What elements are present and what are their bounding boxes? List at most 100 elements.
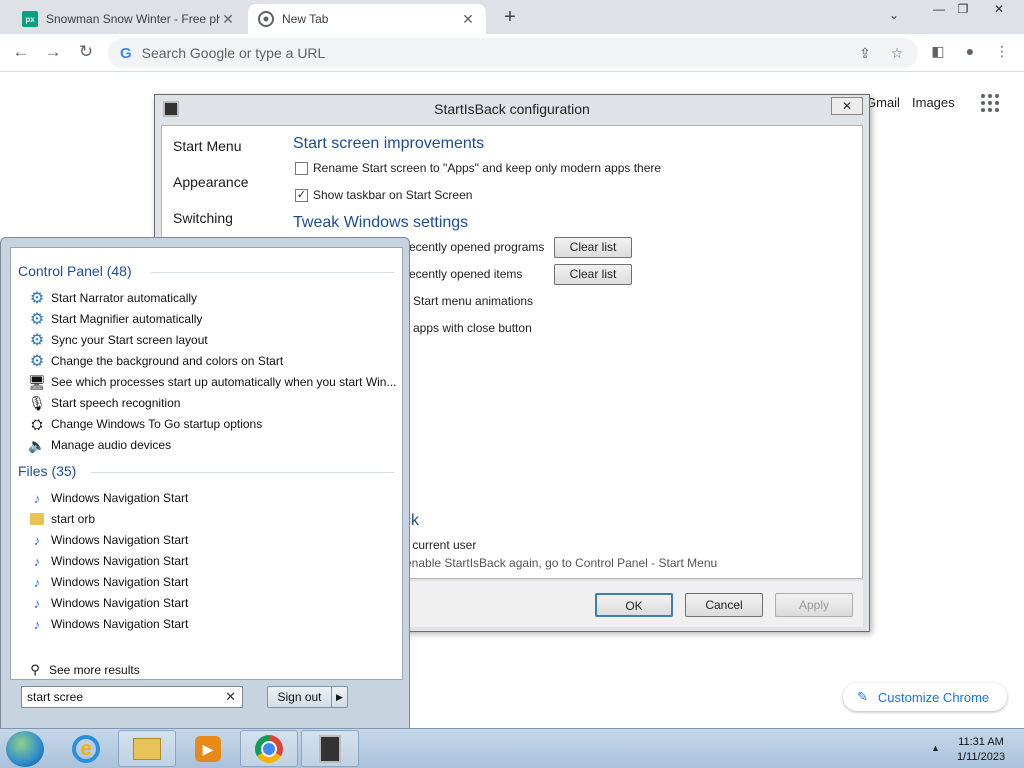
clock-time: 11:31 AM: [958, 736, 1004, 748]
taskbar-internet-explorer[interactable]: e: [57, 730, 115, 767]
apply-button[interactable]: Apply: [775, 593, 853, 617]
taskbar-chrome[interactable]: [240, 730, 298, 767]
audio-file-icon: ♪: [33, 490, 41, 506]
sign-out-arrow-icon[interactable]: ▶: [331, 687, 347, 707]
show-hidden-icons-icon[interactable]: ▲: [931, 743, 940, 753]
sidebar-item-appearance[interactable]: Appearance: [173, 174, 249, 190]
close-window-icon[interactable]: ✕: [984, 0, 1014, 20]
reload-icon[interactable]: ↻: [75, 42, 97, 64]
drive-icon: ⛭: [31, 415, 43, 432]
images-link[interactable]: Images: [912, 95, 955, 110]
dialog-close-button[interactable]: ✕: [831, 97, 863, 115]
close-tab-icon[interactable]: ✕: [460, 11, 476, 28]
sign-out-button[interactable]: Sign out ▶: [267, 686, 348, 708]
list-item-label: Windows Navigation Start: [51, 533, 189, 547]
taskbar-file-explorer[interactable]: [118, 730, 176, 767]
list-item[interactable]: 🎙 Start speech recognition: [28, 393, 180, 413]
control-panel-header[interactable]: Control Panel (48): [18, 263, 132, 279]
list-item-label: Start Narrator automatically: [51, 291, 198, 305]
option-label: Show taskbar on Start Screen: [313, 188, 473, 202]
option-recent-programs[interactable]: ecently opened programs: [409, 240, 544, 254]
clear-search-icon[interactable]: ✕: [225, 687, 236, 707]
list-item[interactable]: ♪ Windows Navigation Start: [29, 530, 189, 550]
ok-button[interactable]: OK: [595, 593, 673, 617]
tab-title: Snowman Snow Winter - Free ph: [46, 12, 220, 26]
option-rename-start[interactable]: Rename Start screen to "Apps" and keep o…: [295, 161, 661, 175]
list-item[interactable]: ⚙ Change the background and colors on St…: [29, 351, 283, 371]
tab-strip: px Snowman Snow Winter - Free ph ✕ New T…: [0, 0, 1024, 34]
clear-recent-items-button[interactable]: Clear list: [554, 264, 632, 285]
gmail-link[interactable]: Gmail: [866, 95, 900, 110]
pixabay-favicon-icon: px: [22, 11, 38, 27]
profile-avatar-icon[interactable]: ●: [960, 43, 980, 63]
pencil-icon: ✎: [857, 689, 868, 704]
list-item-label: Change the background and colors on Star…: [51, 354, 284, 368]
list-item[interactable]: ♪ Windows Navigation Start: [29, 593, 189, 613]
option-animations[interactable]: Start menu animations: [413, 294, 533, 308]
sidebar-item-switching[interactable]: Switching: [173, 210, 233, 226]
audio-file-icon: ♪: [33, 553, 41, 569]
customize-chrome-button[interactable]: ✎ Customize Chrome: [843, 683, 1007, 711]
search-icon: ⚲: [30, 662, 40, 677]
list-item[interactable]: start orb: [29, 509, 95, 529]
option-show-taskbar[interactable]: ✓ Show taskbar on Start Screen: [295, 188, 472, 202]
google-apps-icon[interactable]: [981, 94, 999, 112]
forward-arrow-icon[interactable]: →: [42, 42, 64, 64]
speaker-icon: 🔈: [28, 436, 46, 453]
new-tab-button[interactable]: +: [498, 6, 522, 30]
files-header[interactable]: Files (35): [18, 463, 76, 479]
bookmark-star-icon[interactable]: ☆: [886, 45, 908, 62]
address-placeholder: Search Google or type a URL: [141, 45, 326, 61]
list-item[interactable]: 🖥 See which processes start up automatic…: [28, 372, 397, 392]
list-item[interactable]: ⚙ Start Narrator automatically: [29, 288, 197, 308]
see-more-results-link[interactable]: ⚲ See more results: [27, 662, 140, 678]
sidebar-item-start-menu[interactable]: Start Menu: [173, 138, 241, 154]
gear-icon: ⚙: [29, 290, 45, 307]
dialog-title: StartIsBack configuration: [434, 101, 590, 117]
address-bar[interactable]: G Search Google or type a URL ⇪ ☆: [108, 38, 918, 68]
folder-icon: [29, 511, 45, 527]
tab-search-chevron-icon[interactable]: ⌄: [889, 8, 899, 22]
taskbar: e ▶ ▲ 11:31 AM 1/11/2023: [0, 728, 1024, 768]
list-item[interactable]: ♪ Windows Navigation Start: [29, 614, 189, 634]
side-panel-icon[interactable]: ◧: [928, 43, 948, 63]
list-item-label: Manage audio devices: [51, 438, 172, 452]
list-item-label: See which processes start up automatical…: [51, 375, 397, 389]
share-icon[interactable]: ⇪: [854, 45, 876, 62]
cancel-button[interactable]: Cancel: [685, 593, 763, 617]
start-search-input[interactable]: start scree ✕: [21, 686, 243, 708]
list-item[interactable]: ⛭ Change Windows To Go startup options: [29, 414, 262, 434]
show-taskbar-checkbox[interactable]: ✓: [295, 188, 308, 202]
audio-file-icon: ♪: [33, 532, 41, 548]
menu-kebab-icon[interactable]: ⋮: [992, 43, 1012, 63]
rename-start-checkbox[interactable]: [295, 161, 308, 175]
restore-icon[interactable]: ❐: [948, 0, 978, 20]
list-item-label: Windows Navigation Start: [51, 575, 189, 589]
gear-icon: ⚙: [29, 311, 45, 328]
taskbar-clock[interactable]: 11:31 AM 1/11/2023: [948, 735, 1014, 765]
option-recent-items[interactable]: ecently opened items: [409, 267, 522, 281]
start-orb-button[interactable]: [6, 731, 44, 767]
list-item[interactable]: ⚙ Sync your Start screen layout: [29, 330, 208, 350]
tab-snowman[interactable]: px Snowman Snow Winter - Free ph ✕: [12, 4, 246, 34]
list-item[interactable]: ♪ Windows Navigation Start: [29, 488, 189, 508]
taskbar-startisback[interactable]: [301, 730, 359, 767]
list-item[interactable]: 🔈 Manage audio devices: [28, 435, 172, 455]
start-menu: Control Panel (48) ⚙ Start Narrator auto…: [0, 237, 410, 730]
taskbar-media-player[interactable]: ▶: [179, 730, 237, 767]
clear-recent-programs-button[interactable]: Clear list: [554, 237, 632, 258]
monitor-icon: 🖥: [28, 373, 46, 390]
close-tab-icon[interactable]: ✕: [220, 11, 236, 28]
list-item[interactable]: ⚙ Start Magnifier automatically: [29, 309, 203, 329]
list-item[interactable]: ♪ Windows Navigation Start: [29, 551, 189, 571]
option-close-button[interactable]: apps with close button: [413, 321, 532, 335]
audio-file-icon: ♪: [33, 574, 41, 590]
search-results-panel: Control Panel (48) ⚙ Start Narrator auto…: [10, 247, 403, 680]
option-current-user[interactable]: r current user: [405, 538, 476, 552]
back-arrow-icon[interactable]: ←: [10, 42, 32, 64]
list-item[interactable]: ♪ Windows Navigation Start: [29, 572, 189, 592]
see-more-label: See more results: [49, 663, 140, 677]
tab-new-tab[interactable]: New Tab ✕: [248, 4, 486, 34]
audio-file-icon: ♪: [33, 595, 41, 611]
search-input-value: start scree: [27, 690, 84, 704]
